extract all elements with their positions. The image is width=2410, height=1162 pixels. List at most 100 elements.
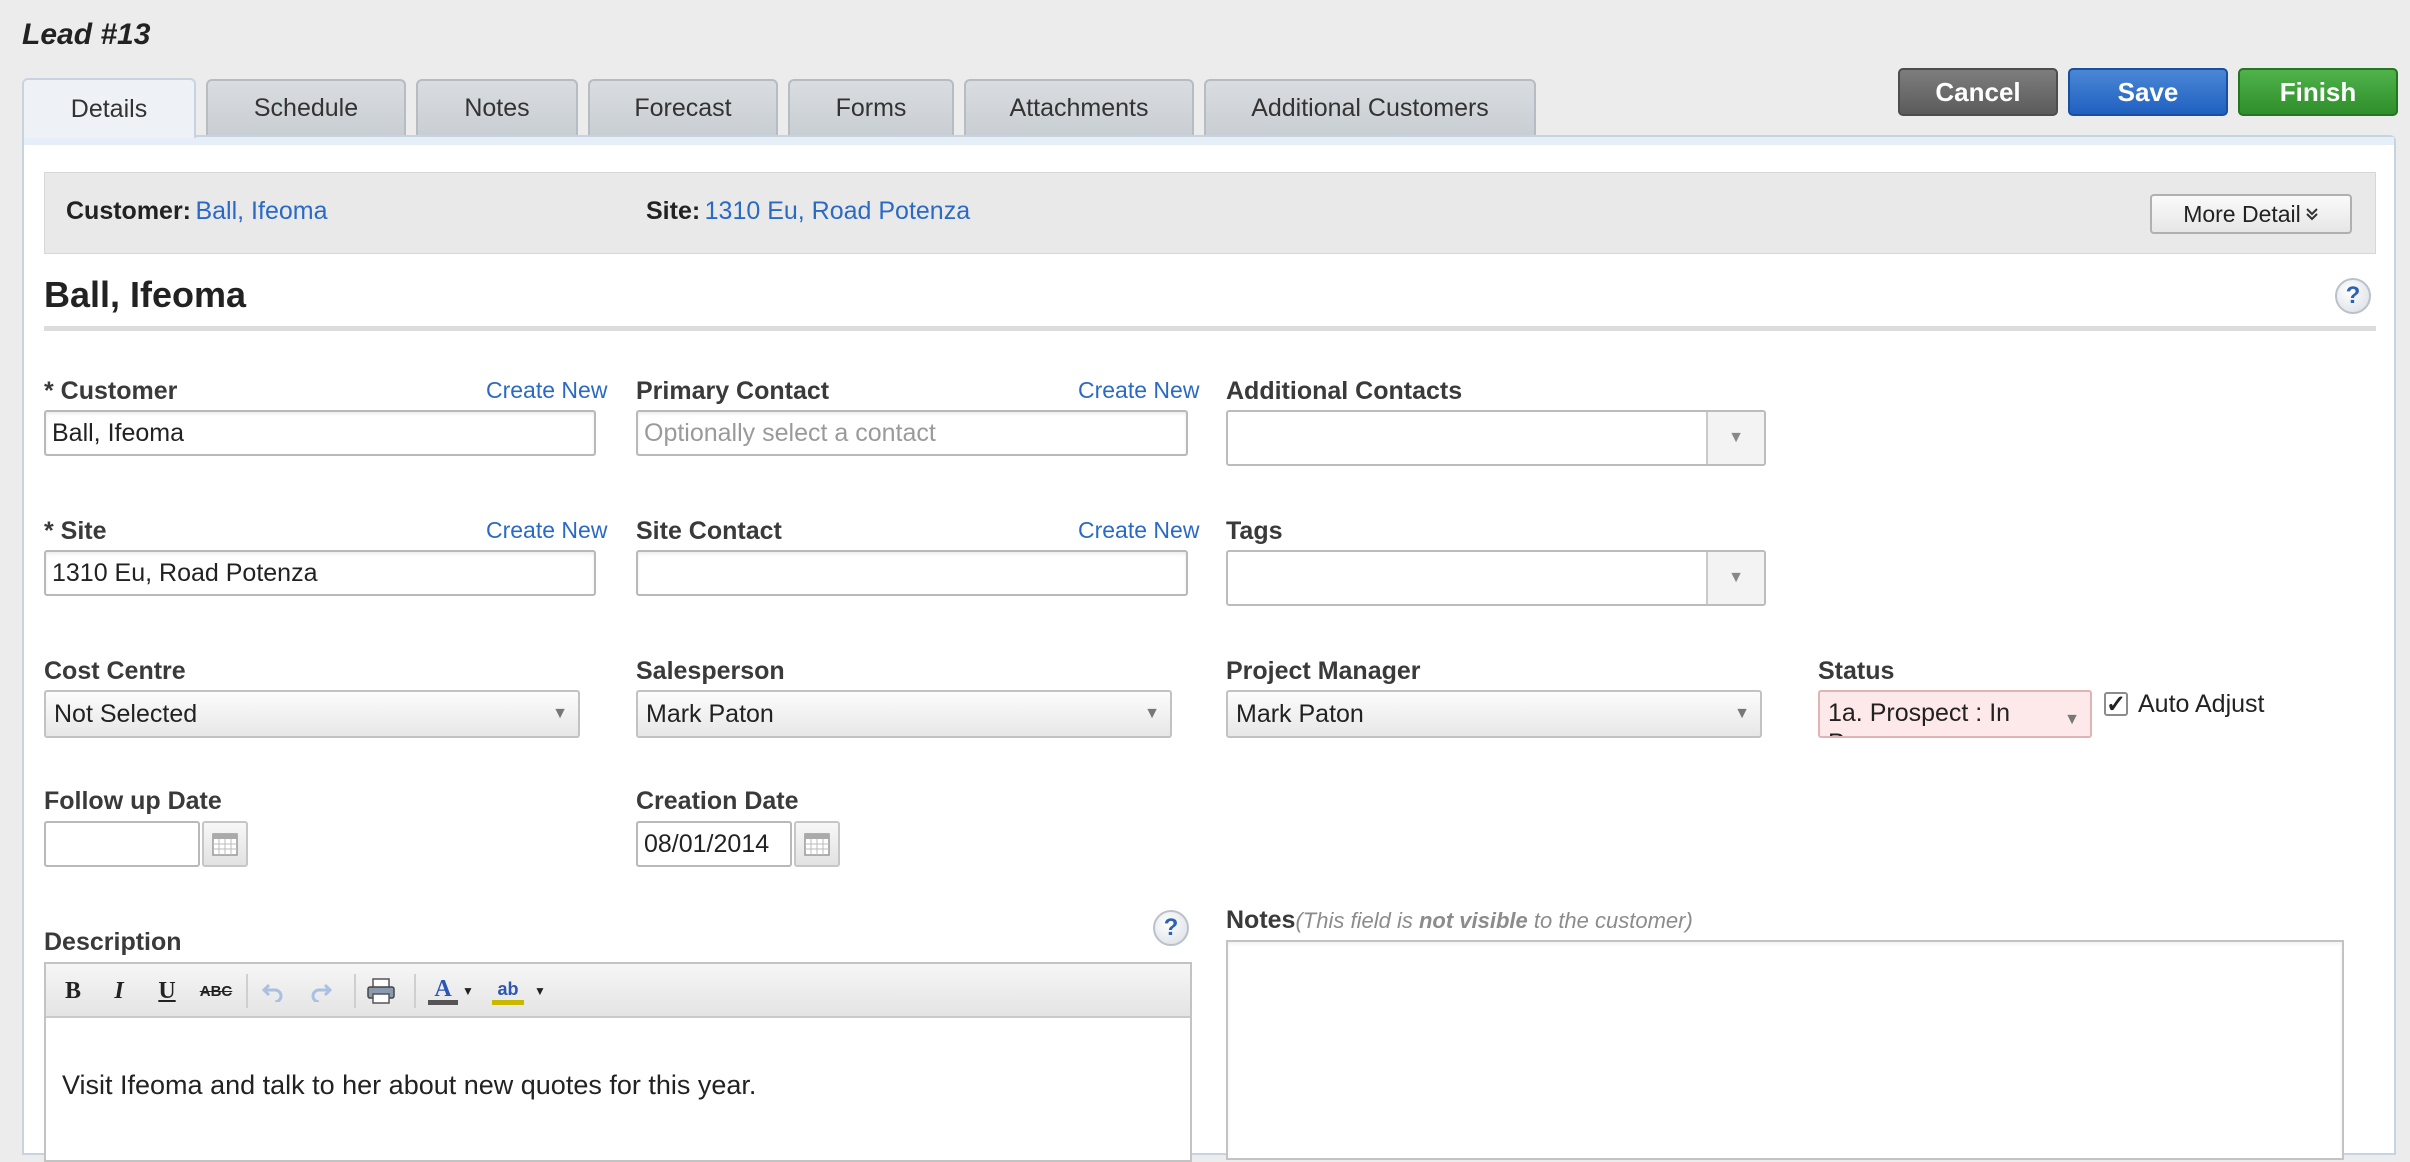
project-manager-select[interactable]: Mark Paton ▼ xyxy=(1226,690,1762,738)
font-color-swatch xyxy=(428,999,458,1005)
font-color-button[interactable]: A xyxy=(428,977,458,1005)
summary-customer: Customer: Ball, Ifeoma xyxy=(66,197,327,226)
calendar-icon[interactable] xyxy=(794,821,840,867)
customer-input[interactable]: Ball, Ifeoma xyxy=(44,410,596,456)
panel-top-band xyxy=(24,137,2394,145)
summary-site: Site: 1310 Eu, Road Potenza xyxy=(646,197,970,226)
tags-label: Tags xyxy=(1226,517,1283,545)
tags-select[interactable]: ▼ xyxy=(1226,550,1766,606)
heading-divider xyxy=(44,326,2376,331)
follow-up-date-label: Follow up Date xyxy=(44,787,222,815)
salesperson-label: Salesperson xyxy=(636,657,785,685)
summary-bar xyxy=(44,172,2376,254)
dropdown-arrow-icon: ▼ xyxy=(2064,711,2080,728)
print-icon[interactable] xyxy=(366,977,396,1005)
tab-label: Forms xyxy=(835,93,907,122)
status-value: 1a. Prospect : In Progress xyxy=(1828,699,2011,736)
notes-hint-post: to the customer) xyxy=(1527,908,1693,933)
caret-down-icon[interactable]: ▼ xyxy=(460,977,476,1005)
dropdown-arrow-icon[interactable]: ▼ xyxy=(1706,412,1764,464)
additional-contacts-label: Additional Contacts xyxy=(1226,377,1463,405)
site-contact-input[interactable] xyxy=(636,550,1188,596)
cancel-button[interactable]: Cancel xyxy=(1898,68,2058,116)
tab-label: Notes xyxy=(464,93,530,122)
tab-additional-customers[interactable]: Additional Customers xyxy=(1204,79,1536,135)
highlight-glyph: ab xyxy=(497,978,519,999)
creation-date-label: Creation Date xyxy=(636,787,799,815)
page-title: Lead #13 xyxy=(22,18,151,51)
site-contact-label: Site Contact xyxy=(636,517,782,545)
tab-schedule[interactable]: Schedule xyxy=(206,79,406,135)
tab-details[interactable]: Details xyxy=(22,78,196,138)
project-manager-label: Project Manager xyxy=(1226,657,1421,685)
italic-button[interactable]: I xyxy=(104,977,134,1005)
underline-button[interactable]: U xyxy=(152,977,182,1005)
font-color-glyph: A xyxy=(434,975,452,1002)
project-manager-value: Mark Paton xyxy=(1236,699,1364,728)
tab-label: Schedule xyxy=(253,93,359,122)
undo-icon[interactable] xyxy=(258,977,288,1005)
description-text[interactable]: Visit Ifeoma and talk to her about new q… xyxy=(62,1070,756,1101)
site-create-new-link[interactable]: Create New xyxy=(486,517,607,544)
toolbar-separator xyxy=(246,974,248,1008)
creation-date-input[interactable]: 08/01/2014 xyxy=(636,821,792,867)
primary-contact-create-new-link[interactable]: Create New xyxy=(1078,377,1199,404)
status-label: Status xyxy=(1818,657,1895,685)
follow-up-date-input[interactable] xyxy=(44,821,200,867)
summary-customer-label: Customer: xyxy=(66,197,192,225)
dropdown-arrow-icon[interactable]: ▼ xyxy=(1706,552,1764,604)
help-icon[interactable]: ? xyxy=(1153,910,1189,946)
tab-label: Details xyxy=(70,94,148,123)
more-detail-label: More Detail xyxy=(2183,200,2301,227)
dropdown-arrow-icon: ▼ xyxy=(1144,705,1160,722)
toolbar-separator xyxy=(414,974,416,1008)
primary-contact-label: Primary Contact xyxy=(636,377,830,405)
caret-down-icon[interactable]: ▼ xyxy=(532,977,548,1005)
site-contact-create-new-link[interactable]: Create New xyxy=(1078,517,1199,544)
dropdown-arrow-icon: ▼ xyxy=(1734,705,1750,722)
additional-contacts-select[interactable]: ▼ xyxy=(1226,410,1766,466)
tab-label: Additional Customers xyxy=(1251,93,1489,122)
strikethrough-button[interactable]: ABC xyxy=(196,977,236,1005)
save-button[interactable]: Save xyxy=(2068,68,2228,116)
status-select[interactable]: 1a. Prospect : In Progress ▼ xyxy=(1818,690,2092,738)
primary-contact-input[interactable]: Optionally select a contact xyxy=(636,410,1188,456)
notes-label: Notes xyxy=(1226,906,1296,934)
notes-hint-bold: not visible xyxy=(1418,908,1528,933)
notes-hint-pre: (This field is xyxy=(1295,908,1419,933)
cost-centre-label: Cost Centre xyxy=(44,657,186,685)
calendar-icon[interactable] xyxy=(202,821,248,867)
tab-forms[interactable]: Forms xyxy=(788,79,954,135)
tab-forecast[interactable]: Forecast xyxy=(588,79,778,135)
cost-centre-select[interactable]: Not Selected ▼ xyxy=(44,690,580,738)
tab-attachments[interactable]: Attachments xyxy=(964,79,1194,135)
double-chevron-down-icon xyxy=(2306,208,2318,221)
finish-button[interactable]: Finish xyxy=(2238,68,2398,116)
dropdown-arrow-icon: ▼ xyxy=(552,705,568,722)
site-label: * Site xyxy=(44,517,107,545)
salesperson-value: Mark Paton xyxy=(646,699,774,728)
customer-create-new-link[interactable]: Create New xyxy=(486,377,607,404)
toolbar-separator xyxy=(354,974,356,1008)
more-detail-button[interactable]: More Detail xyxy=(2150,194,2352,234)
redo-icon[interactable] xyxy=(306,977,336,1005)
help-icon[interactable]: ? xyxy=(2335,278,2371,314)
site-input[interactable]: 1310 Eu, Road Potenza xyxy=(44,550,596,596)
notes-header: Notes(This field is not visible to the c… xyxy=(1226,906,1693,935)
customer-heading: Ball, Ifeoma xyxy=(44,274,247,315)
summary-site-label: Site: xyxy=(646,197,701,225)
auto-adjust-checkbox[interactable]: ✓ xyxy=(2104,691,2128,718)
salesperson-select[interactable]: Mark Paton ▼ xyxy=(636,690,1172,738)
highlight-button[interactable]: ab xyxy=(490,977,526,1005)
bold-button[interactable]: B xyxy=(58,977,88,1005)
cost-centre-value: Not Selected xyxy=(54,699,198,728)
auto-adjust-label: Auto Adjust xyxy=(2138,690,2265,718)
customer-label: * Customer xyxy=(44,377,178,405)
summary-site-link[interactable]: 1310 Eu, Road Potenza xyxy=(705,197,970,225)
notes-textarea[interactable] xyxy=(1226,940,2344,1160)
description-label: Description xyxy=(44,928,182,956)
summary-customer-link[interactable]: Ball, Ifeoma xyxy=(195,197,327,225)
tab-label: Attachments xyxy=(1009,93,1149,122)
highlight-swatch xyxy=(492,999,524,1005)
tab-notes[interactable]: Notes xyxy=(416,79,578,135)
